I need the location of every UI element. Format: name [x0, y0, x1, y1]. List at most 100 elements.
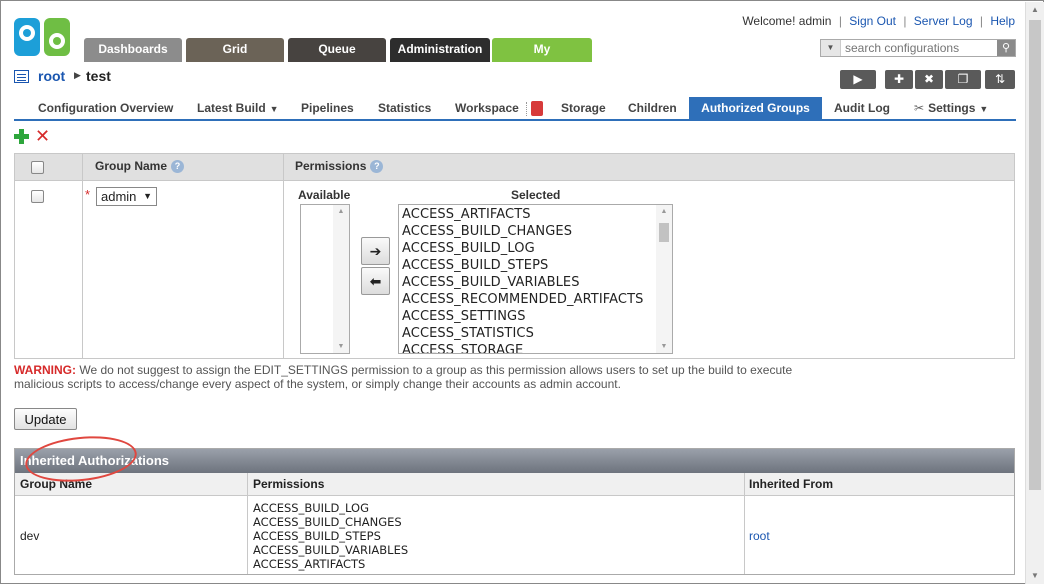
- breadcrumb: root ▶ test ▶ ✚ ✖ ❐ ⇅: [14, 67, 1016, 89]
- scroll-down-icon[interactable]: ▼: [333, 343, 349, 350]
- group-name-select[interactable]: admin ▼: [96, 187, 157, 206]
- search-input[interactable]: [843, 40, 995, 56]
- inherited-permissions: ACCESS_BUILD_LOG ACCESS_BUILD_CHANGES AC…: [253, 501, 408, 571]
- group-name-value: admin: [101, 189, 137, 204]
- inherited-from-link[interactable]: root: [749, 529, 770, 543]
- group-name-header: Group Name?: [95, 159, 185, 173]
- column-divider: [283, 154, 284, 358]
- available-permissions-list[interactable]: ▲ ▼: [300, 204, 350, 354]
- inherited-group-name: dev: [20, 529, 40, 543]
- list-item[interactable]: ACCESS_SETTINGS: [402, 308, 643, 325]
- tab-queue[interactable]: Queue: [288, 38, 386, 62]
- warning-text: We do not suggest to assign the EDIT_SET…: [14, 363, 793, 391]
- move-left-button[interactable]: ⬅: [361, 267, 390, 295]
- scroll-up-icon[interactable]: ▲: [656, 208, 672, 215]
- scroll-thumb[interactable]: [1029, 20, 1041, 490]
- page-scrollbar[interactable]: ▲ ▼: [1025, 2, 1044, 584]
- tab-my[interactable]: My: [492, 38, 592, 62]
- column-divider: [247, 473, 248, 574]
- search-icon[interactable]: ⚲: [997, 40, 1015, 56]
- list-item: ACCESS_BUILD_STEPS: [253, 529, 381, 543]
- required-marker: *: [85, 187, 91, 202]
- list-item[interactable]: ACCESS_BUILD_VARIABLES: [402, 274, 643, 291]
- tab-latest-build-label: Latest Build: [197, 101, 266, 115]
- chevron-down-icon: ▼: [979, 104, 989, 114]
- tab-configuration-overview[interactable]: Configuration Overview: [38, 99, 173, 121]
- tab-storage[interactable]: Storage: [561, 99, 606, 121]
- list-item[interactable]: ACCESS_STORAGE: [402, 342, 643, 353]
- tab-authorized-groups[interactable]: Authorized Groups: [689, 97, 822, 119]
- group-name-header-label: Group Name: [95, 159, 168, 173]
- selected-permissions-list[interactable]: ACCESS_ARTIFACTS ACCESS_BUILD_CHANGES AC…: [398, 204, 673, 354]
- window-frame: Welcome! admin | Sign Out | Server Log |…: [0, 0, 1044, 584]
- list-item[interactable]: ACCESS_STATISTICS: [402, 325, 643, 342]
- list-item[interactable]: ACCESS_BUILD_LOG: [402, 240, 643, 257]
- list-item: ACCESS_BUILD_LOG: [253, 501, 370, 515]
- tab-grid[interactable]: Grid: [186, 38, 284, 62]
- list-item: ACCESS_BUILD_CHANGES: [253, 515, 402, 529]
- list-item[interactable]: ACCESS_BUILD_CHANGES: [402, 223, 643, 240]
- list-item[interactable]: ACCESS_ARTIFACTS: [402, 206, 643, 223]
- tab-latest-build[interactable]: Latest Build ▼: [197, 99, 279, 121]
- copy-configuration-button[interactable]: ❐: [945, 70, 981, 89]
- authorized-groups-table: Group Name? Permissions? * admin ▼ Availa…: [14, 153, 1015, 359]
- list-item: ACCESS_ARTIFACTS: [253, 557, 366, 571]
- scroll-up-icon[interactable]: ▲: [333, 208, 349, 215]
- welcome-text: Welcome! admin: [742, 14, 832, 28]
- available-label: Available: [298, 188, 351, 202]
- delete-group-icon[interactable]: ✕: [35, 127, 50, 145]
- inherited-permissions-header: Permissions: [253, 477, 325, 491]
- add-configuration-button[interactable]: ✚: [885, 70, 913, 89]
- table-header: Group Name? Permissions?: [15, 154, 1014, 181]
- tab-administration[interactable]: Administration: [390, 38, 490, 62]
- add-group-icon[interactable]: [14, 129, 29, 144]
- scroll-up-icon[interactable]: ▲: [1026, 2, 1044, 18]
- wrench-icon: ✂: [914, 101, 925, 115]
- list-item: ACCESS_BUILD_VARIABLES: [253, 543, 409, 557]
- permissions-header: Permissions?: [295, 159, 384, 173]
- tab-pipelines[interactable]: Pipelines: [301, 99, 354, 121]
- list-item[interactable]: ACCESS_BUILD_STEPS: [402, 257, 643, 274]
- inherited-from-header: Inherited From: [749, 477, 834, 491]
- configuration-list-icon[interactable]: [14, 70, 29, 83]
- scroll-thumb[interactable]: [659, 223, 669, 242]
- tab-audit-log[interactable]: Audit Log: [834, 99, 890, 121]
- breadcrumb-current: test: [86, 68, 111, 84]
- top-links: Welcome! admin | Sign Out | Server Log |…: [742, 14, 1015, 28]
- warning-message: WARNING: We do not suggest to assign the…: [14, 363, 814, 391]
- inherited-title: Inherited Authorizations: [15, 449, 1014, 473]
- move-right-button[interactable]: ➔: [361, 237, 390, 265]
- breadcrumb-root[interactable]: root: [38, 68, 65, 84]
- configuration-tabs: Configuration Overview Latest Build ▼ Pip…: [14, 97, 1016, 121]
- stop-icon[interactable]: [531, 101, 543, 116]
- server-log-link[interactable]: Server Log: [914, 14, 973, 28]
- list-scrollbar[interactable]: ▲ ▼: [656, 205, 672, 353]
- selected-label: Selected: [511, 188, 561, 202]
- row-checkbox[interactable]: [31, 190, 44, 203]
- sort-configuration-button[interactable]: ⇅: [985, 70, 1015, 89]
- tab-dashboards[interactable]: Dashboards: [84, 38, 182, 62]
- run-build-button[interactable]: ▶: [840, 70, 876, 89]
- search-scope-dropdown[interactable]: ▼: [821, 40, 841, 56]
- list-scrollbar[interactable]: ▲ ▼: [333, 205, 349, 353]
- help-icon[interactable]: ?: [171, 160, 185, 173]
- delete-configuration-button[interactable]: ✖: [915, 70, 943, 89]
- update-button[interactable]: Update: [14, 408, 77, 430]
- scroll-down-icon[interactable]: ▼: [1026, 568, 1044, 584]
- tab-workspace[interactable]: Workspace: [455, 99, 519, 121]
- breadcrumb-separator-icon: ▶: [74, 70, 81, 80]
- column-divider: [744, 473, 745, 574]
- column-divider: [82, 154, 83, 358]
- tab-children[interactable]: Children: [628, 99, 677, 121]
- chevron-down-icon: ▼: [143, 191, 152, 201]
- list-item[interactable]: ACCESS_RECOMMENDED_ARTIFACTS: [402, 291, 643, 308]
- tab-settings-label: Settings: [928, 101, 976, 115]
- sign-out-link[interactable]: Sign Out: [849, 14, 896, 28]
- tab-statistics[interactable]: Statistics: [378, 99, 431, 121]
- quickbuild-logo[interactable]: [14, 18, 70, 56]
- select-all-checkbox[interactable]: [31, 161, 44, 174]
- help-link[interactable]: Help: [990, 14, 1015, 28]
- help-icon[interactable]: ?: [370, 160, 384, 173]
- scroll-down-icon[interactable]: ▼: [656, 343, 672, 350]
- tab-settings[interactable]: ✂ Settings ▼: [914, 99, 988, 121]
